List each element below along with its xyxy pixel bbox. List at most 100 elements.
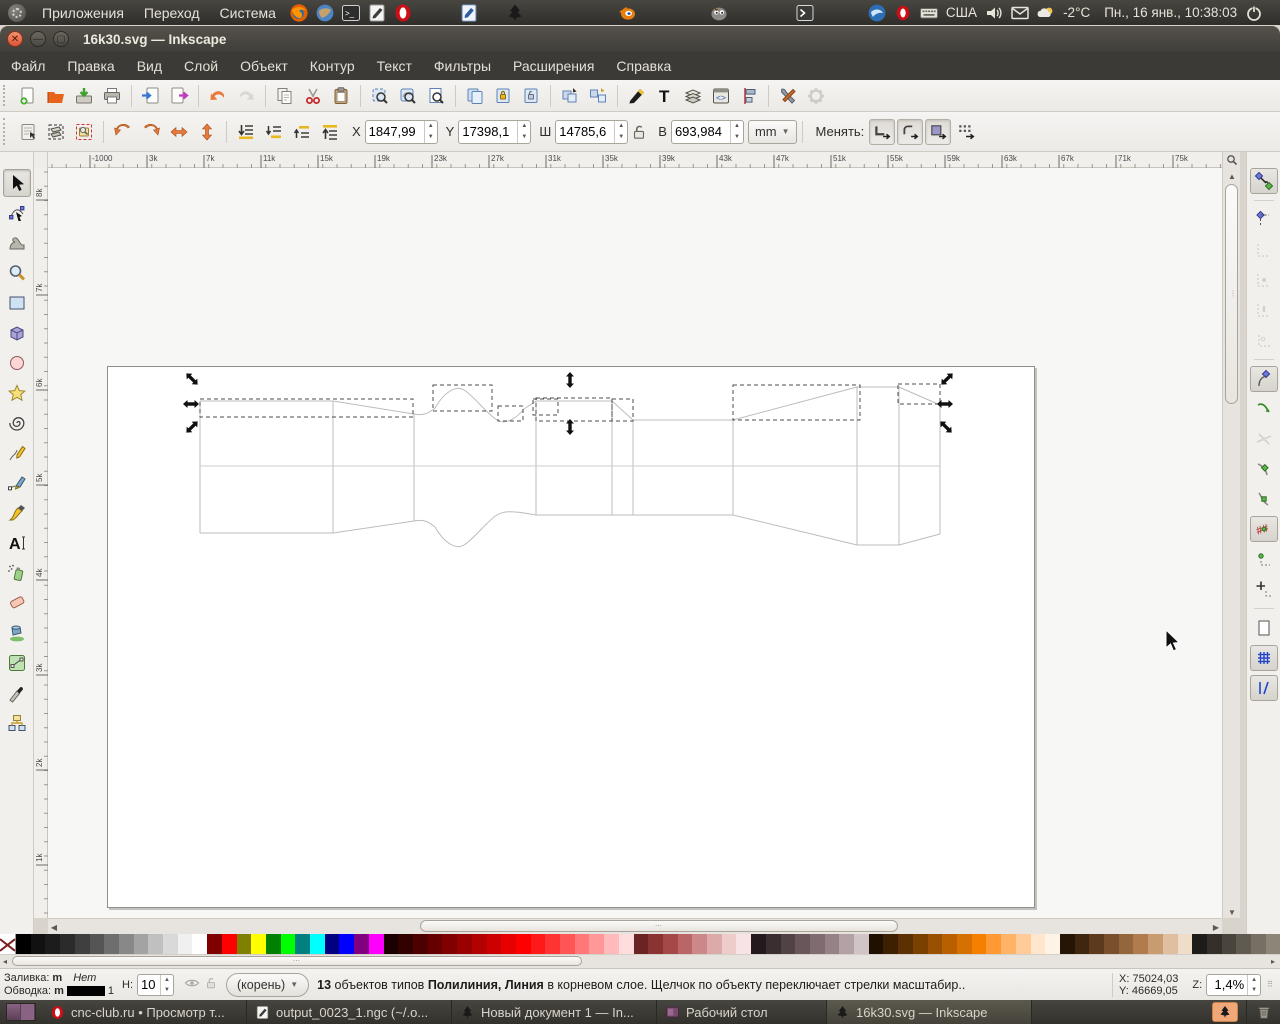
tool-box-3d[interactable]: [3, 319, 31, 347]
minimize-button[interactable]: —: [30, 31, 46, 47]
panel-menu-system[interactable]: Система: [210, 5, 286, 21]
tool-bezier-pen[interactable]: [3, 469, 31, 497]
scroll-up-icon[interactable]: ▲: [1223, 170, 1241, 182]
palette-swatch[interactable]: [1001, 934, 1016, 954]
opacity-input[interactable]: [138, 974, 161, 995]
palette-swatch[interactable]: [221, 934, 237, 954]
palette-swatch[interactable]: [707, 934, 722, 954]
text-editor-icon[interactable]: [366, 2, 388, 24]
palette-swatch[interactable]: [839, 934, 855, 954]
unit-dropdown[interactable]: mm ▼: [747, 119, 797, 144]
lower-icon[interactable]: [261, 119, 287, 145]
y-field[interactable]: ▲▼: [458, 119, 532, 144]
menu-edit[interactable]: Правка: [56, 54, 125, 78]
writer-document-icon[interactable]: [458, 2, 480, 24]
open-document-icon[interactable]: [43, 83, 69, 109]
duplicate-icon[interactable]: [462, 83, 488, 109]
snap-rotation-center-icon[interactable]: [1250, 576, 1278, 602]
zoom-corner-icon[interactable]: [1223, 152, 1241, 168]
palette-swatch[interactable]: [74, 934, 90, 954]
palette-swatch[interactable]: [1177, 934, 1193, 954]
undo-icon[interactable]: [205, 83, 231, 109]
palette-swatch[interactable]: [692, 934, 708, 954]
palette-swatch[interactable]: [133, 934, 149, 954]
scale-handle-w[interactable]: [183, 400, 199, 408]
layer-lock-icon[interactable]: [204, 976, 218, 993]
flip-horizontal-icon[interactable]: [166, 119, 192, 145]
palette-swatch[interactable]: [868, 934, 884, 954]
fill-value[interactable]: Нет: [73, 972, 96, 985]
menu-help[interactable]: Справка: [605, 54, 682, 78]
scale-handle-sw[interactable]: [184, 419, 201, 436]
xml-editor-icon[interactable]: <>: [708, 83, 734, 109]
zoom-selection-icon[interactable]: [367, 83, 393, 109]
clock-label[interactable]: Пн., 16 янв., 10:38:03: [1100, 5, 1241, 20]
palette-swatch[interactable]: [1030, 934, 1046, 954]
palette-swatch[interactable]: [45, 934, 61, 954]
deselect-icon[interactable]: [71, 119, 97, 145]
palette-swatch[interactable]: [251, 934, 266, 954]
rotate-cw-icon[interactable]: [138, 119, 164, 145]
palette-scroll-left-icon[interactable]: ◂: [0, 955, 10, 968]
stroke-width-value[interactable]: 1: [108, 985, 114, 998]
palette-swatch[interactable]: [1265, 934, 1280, 954]
menu-layer[interactable]: Слой: [173, 54, 229, 78]
fill-stroke-dialog-icon[interactable]: [624, 83, 650, 109]
palette-swatch[interactable]: [30, 934, 46, 954]
snap-cusp-nodes-icon[interactable]: [1250, 456, 1278, 482]
palette-swatch[interactable]: [545, 934, 561, 954]
keyboard-layout-label[interactable]: США: [942, 5, 981, 20]
palette-swatch[interactable]: [412, 934, 428, 954]
palette-swatch[interactable]: [633, 934, 649, 954]
menu-text[interactable]: Текст: [366, 54, 423, 78]
temperature-label[interactable]: -2°C: [1059, 5, 1094, 20]
palette-swatch[interactable]: [1162, 934, 1178, 954]
palette-swatch[interactable]: [515, 934, 531, 954]
height-input[interactable]: [671, 120, 730, 143]
panel-menu-applications[interactable]: Приложения: [32, 5, 134, 21]
snap-midpoints-icon[interactable]: ##: [1249, 516, 1278, 542]
snap-guides-icon[interactable]: [1249, 675, 1278, 701]
palette-swatch[interactable]: [648, 934, 663, 954]
palette-swatch[interactable]: [1104, 934, 1119, 954]
scroll-right-icon[interactable]: ▶: [1210, 919, 1222, 935]
toolbar-grip[interactable]: [3, 84, 11, 107]
palette-swatch[interactable]: [442, 934, 458, 954]
palette-swatch[interactable]: [1045, 934, 1060, 954]
palette-swatch[interactable]: [971, 934, 987, 954]
tool-node-editor[interactable]: [3, 199, 31, 227]
keyboard-indicator-icon[interactable]: [918, 2, 940, 24]
text-dialog-icon[interactable]: T: [652, 83, 678, 109]
maximize-button[interactable]: ▢: [53, 31, 69, 47]
rotate-ccw-icon[interactable]: [110, 119, 136, 145]
group-icon[interactable]: [557, 83, 583, 109]
taskbar-item-opera[interactable]: cnc-club.ru • Просмотр т...: [42, 1000, 247, 1024]
palette-swatch[interactable]: [942, 934, 957, 954]
scroll-down-icon[interactable]: ▼: [1223, 906, 1241, 918]
zoom-spin-arrows[interactable]: ▲ ▼: [1247, 974, 1260, 995]
menu-file[interactable]: Файл: [0, 54, 56, 78]
layer-visibility-eye-icon[interactable]: [184, 975, 200, 994]
palette-swatch[interactable]: [280, 934, 296, 954]
palette-swatch[interactable]: [104, 934, 119, 954]
snap-bbox-corners-icon[interactable]: [1250, 267, 1278, 293]
palette-swatch[interactable]: [192, 934, 208, 954]
palette-swatch[interactable]: [16, 934, 31, 954]
snap-smooth-nodes-icon[interactable]: [1250, 486, 1278, 512]
scale-handle-ne[interactable]: [939, 371, 956, 388]
palette-swatch[interactable]: [765, 934, 781, 954]
align-dialog-icon[interactable]: [736, 83, 762, 109]
x-spin-arrows[interactable]: ▲ ▼: [423, 120, 437, 143]
palette-swatch[interactable]: [721, 934, 737, 954]
x-field[interactable]: ▲▼: [364, 119, 438, 144]
opera-icon[interactable]: [392, 2, 414, 24]
palette-swatch[interactable]: [486, 934, 502, 954]
tool-dropper[interactable]: [3, 679, 31, 707]
palette-swatch[interactable]: [295, 934, 311, 954]
palette-swatch[interactable]: [118, 934, 134, 954]
copy-icon[interactable]: [272, 83, 298, 109]
palette-swatch[interactable]: [339, 934, 355, 954]
taskbar-item-inkscape-doc1[interactable]: Новый документ 1 — In...: [452, 1000, 657, 1024]
firefox-icon[interactable]: [288, 2, 310, 24]
tool-text[interactable]: A: [3, 529, 31, 557]
